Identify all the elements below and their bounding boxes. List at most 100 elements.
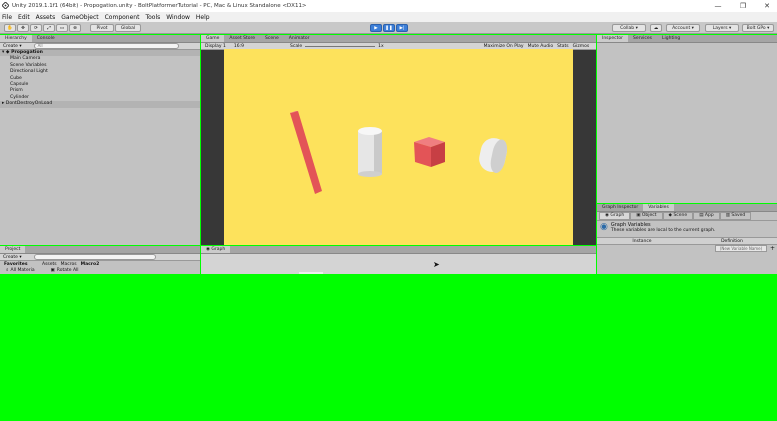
hierarchy-create-button[interactable]: Create ▾	[3, 44, 22, 49]
graph-icon: ◉	[206, 247, 210, 252]
tab-hierarchy[interactable]: Hierarchy	[0, 35, 32, 42]
hierarchy-item-label: Directional Light	[10, 69, 48, 75]
kind-graph-label: Graph	[610, 213, 625, 218]
tab-game[interactable]: Game	[201, 35, 225, 42]
project-search-input[interactable]	[33, 254, 156, 260]
tab-asset-store[interactable]: Asset Store	[224, 35, 260, 42]
scale-tool-button[interactable]: ⤢	[43, 24, 55, 32]
hierarchy-item-label: Cylinder	[10, 94, 30, 100]
collab-dropdown[interactable]: Collab ▾	[612, 24, 646, 32]
tab-graph-inspector[interactable]: Graph Inspector	[597, 204, 643, 211]
hierarchy-subbar: Create ▾ All	[0, 43, 200, 50]
rect-tool-button[interactable]: ▭	[56, 24, 68, 32]
global-toggle[interactable]: Global	[115, 24, 141, 32]
menu-window[interactable]: Window	[166, 14, 190, 21]
project-panel: Project Create ▾ Favorites Assets Macros…	[0, 246, 200, 274]
hand-tool-button[interactable]: ✋	[4, 24, 16, 32]
kind-scene[interactable]: ◆ Scene	[662, 212, 694, 220]
tab-animator[interactable]: Animator	[284, 35, 315, 42]
scale-slider[interactable]	[305, 45, 376, 47]
graph-variables-info: ◉ Graph Variables These variables are lo…	[597, 221, 777, 237]
saved-kind-icon: ▥	[725, 213, 730, 218]
account-dropdown[interactable]: Account ▾	[666, 24, 700, 32]
kind-object[interactable]: ▣ Object	[630, 212, 663, 220]
tab-inspector[interactable]: Inspector	[597, 35, 628, 42]
account-label: Account ▾	[672, 26, 694, 31]
breadcrumb-assets[interactable]: Assets	[42, 262, 57, 267]
stats-toggle[interactable]: Stats	[557, 44, 569, 49]
inspector-panel: Inspector Services Lighting	[597, 35, 777, 203]
cloud-icon[interactable]: ☁	[650, 24, 662, 32]
close-button[interactable]: ✕	[757, 0, 777, 12]
scale-label: Scale	[290, 43, 303, 49]
unity-scene-icon: ◆	[5, 50, 10, 55]
layout-dropdown[interactable]: Bolt GPo ▾	[742, 24, 774, 32]
menu-tools[interactable]: Tools	[145, 14, 160, 21]
menu-file[interactable]: File	[2, 14, 12, 21]
window-title: Unity 2019.1.1f1 (64bit) - Propogation.u…	[12, 3, 307, 9]
tab-variables[interactable]: Variables	[643, 204, 674, 211]
move-tool-button[interactable]: ✥	[17, 24, 29, 32]
variable-kind-tabs: ◉ Graph ▣ Object ◆ Scene ▤ App ▥ Saved	[597, 212, 777, 221]
collapse-arrow-icon[interactable]: ▸	[2, 101, 4, 106]
dont-destroy-row[interactable]: ▸ DontDestroyOnLoad	[0, 101, 200, 108]
hierarchy-item-label: Scene Variables	[10, 62, 47, 68]
graph-variables-description: These variables are local to the current…	[610, 228, 716, 233]
menu-edit[interactable]: Edit	[18, 14, 30, 21]
maximize-button[interactable]: ❐	[733, 0, 753, 12]
breadcrumb-macros[interactable]: Macros	[61, 262, 77, 267]
project-create-button[interactable]: Create ▾	[3, 255, 22, 260]
tab-lighting[interactable]: Lighting	[657, 35, 685, 42]
menu-assets[interactable]: Assets	[36, 14, 56, 21]
graph-panel: ◉ Graph ➤	[201, 246, 596, 274]
hierarchy-search-input[interactable]: All	[33, 43, 179, 49]
hierarchy-list: Main Camera Scene Variables Directional Li…	[0, 56, 200, 101]
tab-scene[interactable]: Scene	[260, 35, 284, 42]
graph-kind-icon: ◉	[605, 213, 609, 218]
column-instance: Instance	[632, 238, 652, 244]
kind-graph[interactable]: ◉ Graph	[599, 212, 631, 220]
pivot-label: Pivot	[96, 26, 108, 31]
menu-help[interactable]: Help	[196, 14, 210, 21]
new-variable-input[interactable]: (New Variable Name)	[715, 245, 767, 252]
kind-saved[interactable]: ▥ Saved	[719, 212, 752, 220]
variables-panel: Graph Inspector Variables ◉ Graph ▣ Obje…	[597, 204, 777, 274]
expand-arrow-icon[interactable]: ▾	[2, 50, 4, 55]
search-icon: ⌕	[6, 268, 9, 273]
tab-graph[interactable]: ◉ Graph	[201, 246, 231, 253]
aspect-dropdown[interactable]: 16:9	[234, 44, 244, 49]
tab-console[interactable]: Console	[32, 35, 60, 42]
kind-app[interactable]: ▤ App	[693, 212, 720, 220]
menu-gameobject[interactable]: GameObject	[61, 14, 98, 21]
kind-saved-label: Saved	[731, 213, 746, 218]
macro-file-icon: ▣	[50, 267, 55, 273]
favorites-label[interactable]: Favorites	[4, 262, 42, 267]
hierarchy-item-label: Main Camera	[10, 56, 41, 62]
layers-dropdown[interactable]: Layers ▾	[705, 24, 739, 32]
breadcrumb-macro2[interactable]: Macro2	[81, 262, 100, 267]
mute-audio-toggle[interactable]: Mute Audio	[528, 44, 554, 49]
rotate-tool-button[interactable]: ⟳	[30, 24, 42, 32]
hierarchy-item-label: Prism	[10, 88, 23, 94]
project-tabs: Project	[0, 246, 200, 254]
transform-tool-button[interactable]: ⊕	[69, 24, 81, 32]
display-dropdown[interactable]: Display 1	[205, 44, 226, 49]
favorites-item[interactable]: All Materia	[11, 268, 49, 273]
pause-button[interactable]: ❚❚	[383, 24, 395, 32]
pivot-toggle[interactable]: Pivot	[90, 24, 114, 32]
inspector-tabs: Inspector Services Lighting	[597, 35, 777, 43]
tab-project[interactable]: Project	[0, 246, 26, 253]
file-item[interactable]: Rotate All	[57, 268, 79, 273]
step-button[interactable]: ▶|	[396, 24, 408, 32]
add-variable-button[interactable]: +	[770, 245, 775, 252]
menu-component[interactable]: Component	[105, 14, 140, 21]
maximize-on-play-toggle[interactable]: Maximize On Play	[484, 44, 524, 49]
graph-scrollbar[interactable]	[299, 272, 323, 274]
variables-columns: Instance Definition	[597, 237, 777, 245]
gizmos-dropdown[interactable]: Gizmos	[573, 44, 590, 49]
play-button[interactable]: ▶	[370, 24, 382, 32]
minimize-button[interactable]: —	[708, 0, 728, 12]
collab-label: Collab ▾	[620, 26, 638, 31]
tab-services[interactable]: Services	[628, 35, 657, 42]
game-render[interactable]	[224, 49, 573, 245]
